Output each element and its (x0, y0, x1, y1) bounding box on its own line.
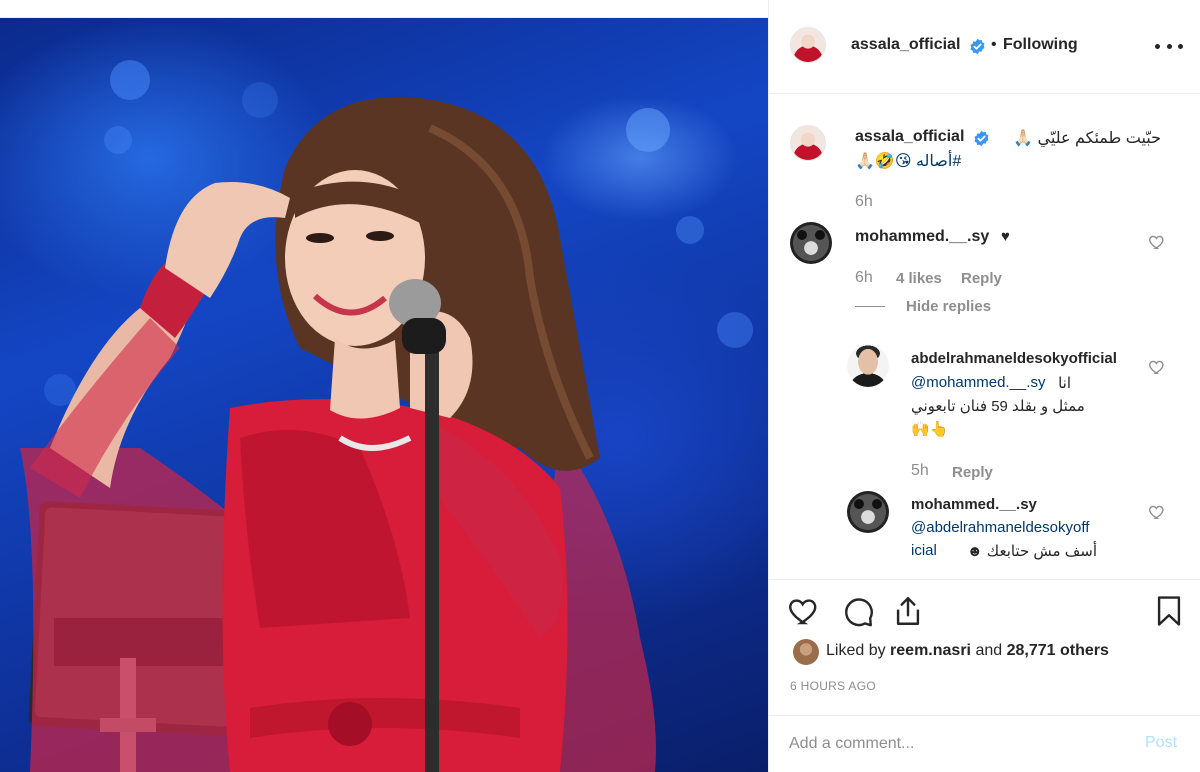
reply-button[interactable]: Reply (961, 270, 1002, 287)
likes-summary: Liked by reem.nasri and 28,771 others (826, 642, 1109, 660)
commenter-avatar[interactable] (790, 222, 832, 264)
reply-username[interactable]: abdelrahmaneldesokyofficial (911, 350, 1117, 367)
bookmark-icon[interactable] (1152, 594, 1186, 628)
caption-text: حبّيت طمئكم عليّي 🙏🏻 (1013, 130, 1161, 147)
post-time-ago[interactable]: 6 HOURS AGO (790, 679, 876, 693)
comment-username[interactable]: mohammed.__.sy (855, 228, 989, 246)
comments-section: assala_official حبّيت طمئكم عليّي 🙏🏻 #أص… (769, 95, 1200, 579)
caption-username[interactable]: assala_official (855, 128, 964, 146)
comment-like-heart-icon[interactable] (1148, 233, 1166, 251)
reply-text-line1: انا (1058, 375, 1071, 392)
author-username[interactable]: assala_official (851, 36, 960, 54)
caption-time[interactable]: 6h (855, 193, 873, 211)
header-separator: • (991, 36, 997, 53)
post-photo-illustration (20, 60, 753, 772)
replies-divider (855, 306, 885, 307)
reply-author-avatar[interactable] (847, 345, 889, 387)
reply-text: أسف مش حتابعك ☻ (966, 543, 1097, 560)
verified-badge-icon (974, 130, 989, 147)
heart-icon[interactable] (787, 594, 821, 628)
reply-text-line2: ممثل و بقلد 59 فنان تابعوني (911, 398, 1085, 415)
comment-icon[interactable] (841, 594, 875, 628)
add-comment-input[interactable] (789, 730, 1129, 758)
comment-time[interactable]: 6h (855, 269, 873, 287)
likes-and: and (975, 642, 1003, 659)
reply-mention-cont[interactable]: icial (911, 542, 937, 559)
likes-prefix: Liked by (826, 642, 886, 659)
hide-replies-button[interactable]: Hide replies (906, 298, 991, 315)
likes-others[interactable]: 28,771 others (1007, 642, 1109, 659)
more-horizontal-icon[interactable] (1155, 36, 1183, 56)
liker-username[interactable]: reem.nasri (890, 642, 971, 659)
share-icon[interactable] (891, 594, 925, 628)
caption-hashtag[interactable]: #أصاله 😘🤣🙏🏻 (855, 151, 989, 171)
caption-author-avatar[interactable] (790, 125, 826, 161)
reply-like-heart-icon[interactable] (1148, 358, 1166, 376)
comment-likes[interactable]: 4 likes (896, 270, 942, 287)
following-button[interactable]: Following (1003, 36, 1078, 54)
reply-like-heart-icon[interactable] (1148, 503, 1166, 521)
verified-badge-icon (970, 38, 985, 55)
reply-time[interactable]: 5h (911, 462, 929, 480)
reply-text-line3: 🙌👆 (911, 421, 949, 438)
post-photo[interactable] (0, 18, 768, 772)
comment-text: ♥ (1001, 228, 1010, 245)
reply-button[interactable]: Reply (952, 464, 993, 481)
post-side-panel: assala_official • Following assala_offic… (768, 0, 1200, 772)
author-avatar[interactable] (790, 27, 826, 63)
post-comment-button[interactable]: Post (1145, 734, 1177, 752)
post-header: assala_official • Following (769, 0, 1200, 94)
liker-avatar[interactable] (793, 639, 819, 665)
post-actions: Liked by reem.nasri and 28,771 others 6 … (769, 579, 1200, 715)
reply-username[interactable]: mohammed.__.sy (911, 496, 1037, 513)
add-comment-bar: Post (769, 715, 1200, 772)
reply-author-avatar[interactable] (847, 491, 889, 533)
reply-mention[interactable]: @mohammed.__.sy (911, 374, 1045, 391)
reply-mention[interactable]: @abdelrahmaneldesokyoff (911, 519, 1089, 536)
